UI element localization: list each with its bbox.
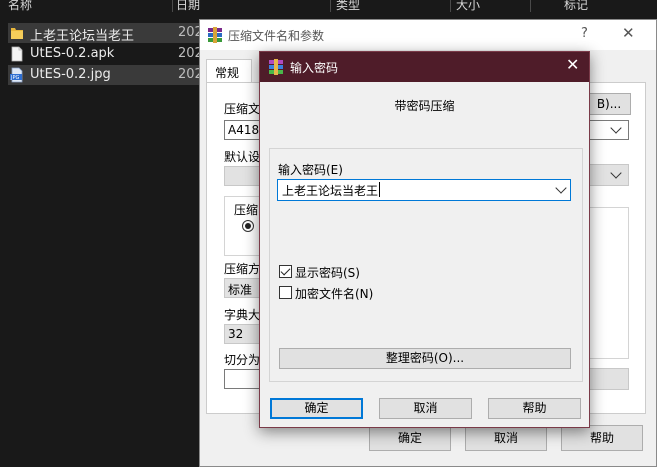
- column-tags[interactable]: 标记: [564, 0, 588, 13]
- update-mode-dropdown[interactable]: [587, 164, 629, 186]
- show-password-label[interactable]: 显示密码(S): [295, 264, 360, 281]
- default-profile-label: 默认设: [224, 150, 261, 164]
- text-caret: [379, 182, 380, 197]
- archive-cancel-button[interactable]: 取消: [465, 425, 547, 451]
- split-size-field[interactable]: [224, 369, 260, 389]
- column-name[interactable]: 名称: [8, 0, 32, 13]
- split-unit-dropdown[interactable]: [587, 368, 629, 390]
- column-divider[interactable]: [450, 0, 451, 12]
- method-value: 标准: [228, 283, 253, 297]
- tab-general[interactable]: 常规: [206, 59, 252, 83]
- file-name: UtES-0.2.apk: [30, 46, 115, 61]
- split-label: 切分为: [224, 353, 261, 367]
- method-dropdown[interactable]: 标准: [224, 278, 260, 298]
- rar-format-radio[interactable]: [242, 220, 254, 232]
- organize-passwords-button[interactable]: 整理密码(O)...: [279, 348, 571, 369]
- file-row-folder[interactable]: 上老王论坛当老王 202: [8, 23, 203, 44]
- column-size[interactable]: 大小: [456, 0, 480, 13]
- encrypt-filenames-label[interactable]: 加密文件名(N): [295, 285, 373, 302]
- file-row-jpg[interactable]: JPG UtES-0.2.jpg 202: [8, 65, 203, 85]
- close-icon[interactable]: ✕: [566, 55, 579, 74]
- jpg-icon: JPG: [10, 67, 23, 83]
- file-name: 上老王论坛当老王: [30, 29, 135, 44]
- column-header: 名称 日期 类型 大小 标记: [0, 0, 657, 12]
- chevron-down-icon: [610, 167, 622, 179]
- file-name: UtES-0.2.jpg: [30, 67, 111, 82]
- chevron-down-icon[interactable]: [555, 182, 567, 194]
- password-dialog-title: 输入密码: [290, 61, 339, 75]
- column-divider[interactable]: [530, 0, 531, 12]
- chevron-down-icon: [610, 122, 622, 134]
- archive-ok-button[interactable]: 确定: [369, 425, 451, 451]
- help-button[interactable]: 帮助: [488, 398, 581, 419]
- cancel-button[interactable]: 取消: [379, 398, 472, 419]
- tab-general-label: 常规: [215, 66, 240, 80]
- folder-icon: [11, 28, 23, 39]
- profile-selector[interactable]: [224, 166, 260, 186]
- winrar-icon: [269, 59, 283, 75]
- archive-options-list: [587, 207, 629, 359]
- encrypt-filenames-checkbox[interactable]: [279, 286, 292, 299]
- password-input[interactable]: 上老王论坛当老王: [277, 179, 571, 201]
- column-divider[interactable]: [172, 0, 173, 12]
- file-row-apk[interactable]: UtES-0.2.apk 202: [8, 44, 203, 64]
- dict-size-value: 32: [228, 327, 244, 341]
- archive-dialog-titlebar[interactable]: 压缩文件名和参数 ? ✕: [200, 20, 656, 50]
- dict-size-dropdown[interactable]: 32: [224, 324, 260, 344]
- archive-help-button[interactable]: 帮助: [561, 425, 643, 451]
- archive-name-label: 压缩文: [224, 102, 261, 116]
- method-label: 压缩方: [224, 262, 261, 276]
- archive-format-label: 压缩: [234, 203, 259, 217]
- password-dialog-titlebar[interactable]: 输入密码 ✕: [260, 52, 589, 82]
- help-icon[interactable]: ?: [581, 26, 588, 41]
- password-heading: 带密码压缩: [394, 99, 455, 113]
- browse-button[interactable]: B)...: [587, 93, 631, 115]
- column-divider[interactable]: [330, 0, 331, 12]
- close-icon[interactable]: ✕: [622, 24, 635, 42]
- svg-text:JPG: JPG: [10, 75, 19, 81]
- column-type[interactable]: 类型: [336, 0, 360, 13]
- dict-size-label: 字典大: [224, 308, 261, 322]
- show-password-checkbox[interactable]: [279, 265, 292, 278]
- archive-name-dropdown[interactable]: [587, 120, 629, 140]
- password-value: 上老王论坛当老王: [282, 184, 379, 198]
- password-input-label: 输入密码(E): [278, 163, 343, 177]
- ok-button[interactable]: 确定: [270, 398, 363, 419]
- file-icon: [11, 46, 23, 62]
- winrar-icon: [208, 27, 222, 43]
- column-date[interactable]: 日期: [176, 0, 200, 13]
- password-dialog: 输入密码 ✕ 带密码压缩 输入密码(E) 上老王论坛当老王 显示密码(S) 加密…: [259, 51, 590, 428]
- archive-dialog-title: 压缩文件名和参数: [228, 29, 325, 43]
